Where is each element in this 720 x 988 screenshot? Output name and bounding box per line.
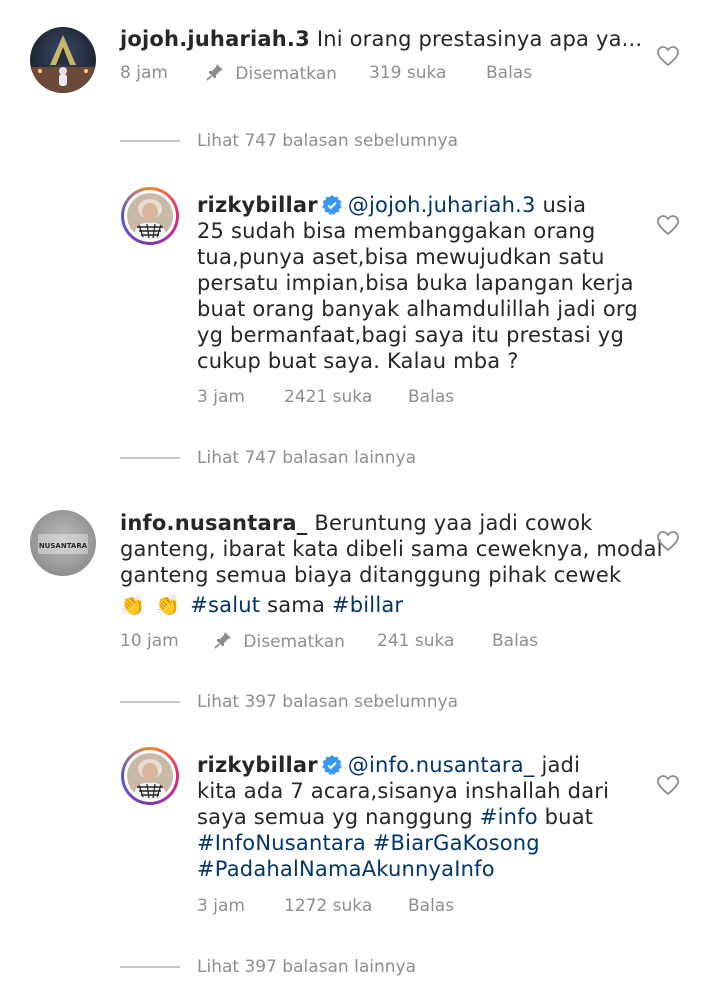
reply-text-line: kita ada 7 acara,sisanya inshallah dari [197,779,610,803]
reply-text-line: jadi [541,753,581,777]
reply-text-line: buat [544,805,594,829]
hashtag-link[interactable]: #PadahalNamaAkunnyaInfo [197,856,667,882]
pin-icon [206,64,223,81]
reply-time: 3 jam [197,896,245,916]
reply-username[interactable]: rizkybillar [197,193,318,217]
comment-username[interactable]: info.nusantara_ [120,511,307,535]
comment-text-line: Beruntung yaa jadi cowok [314,511,593,535]
avatar[interactable] [121,187,179,245]
avatar[interactable] [30,27,96,93]
pinned-label: Disematkan [235,64,337,84]
view-previous-replies[interactable]: Lihat 747 balasan sebelumnya [197,131,458,151]
pin-icon [214,632,231,649]
comment-time: 8 jam [120,63,168,83]
reply-username[interactable]: rizkybillar [197,753,318,777]
likes-count[interactable]: 1272 suka [284,896,372,916]
hashtag-link[interactable]: #billar [332,593,403,617]
comment-text-line: ganteng semua biaya ditanggung pihak cew… [120,563,622,587]
view-previous-replies[interactable]: Lihat 397 balasan sebelumnya [197,692,458,712]
avatar-logo-text: NUSANTARA [39,542,88,550]
mention-link[interactable]: @info.nusantara_ [348,753,535,777]
clap-emoji-icon: 👏 [120,593,146,617]
like-heart-icon[interactable] [656,530,680,552]
comment-text-line: ganteng, ibarat kata dibeli sama cewekny… [120,537,663,561]
comment-text: Ini orang prestasinya apa ya... [316,27,643,51]
reply-text-line: persatu impian,bisa buka lapangan kerja [197,271,634,295]
divider [120,701,180,703]
reply-button[interactable]: Balas [408,387,454,407]
view-more-replies[interactable]: Lihat 747 balasan lainnya [197,448,416,468]
like-heart-icon[interactable] [656,774,680,796]
verified-badge-icon [321,195,342,215]
divider [120,457,180,459]
reply-text-line: usia [542,193,587,217]
reply-text-line: buat orang banyak alhamdulillah jadi org [197,297,638,321]
comment-text-word: sama [267,593,326,617]
reply-button[interactable]: Balas [408,896,454,916]
comment-username[interactable]: jojoh.juhariah.3 [120,27,310,51]
verified-badge-icon [321,755,342,775]
reply-text-line: yg bermanfaat,bagi saya itu prestasi yg [197,323,624,347]
pinned-label: Disematkan [243,632,345,652]
reply-text-line: tua,punya aset,bisa mewujudkan satu [197,245,605,269]
hashtag-link[interactable]: #InfoNusantara #BiarGaKosong [197,830,667,856]
reply-text-line: 25 sudah bisa membanggakan orang [197,219,596,243]
divider [120,966,180,968]
divider [120,140,180,142]
avatar[interactable]: NUSANTARA [30,510,96,576]
reply-text-line: cukup buat saya. Kalau mba ? [197,349,519,373]
reply-button[interactable]: Balas [486,63,532,83]
clap-emoji-icon: 👏 [155,593,181,617]
comment-time: 10 jam [120,631,179,651]
reply-time: 3 jam [197,387,245,407]
hashtag-link[interactable]: #salut [190,593,260,617]
hashtag-link[interactable]: #info [480,805,538,829]
like-heart-icon[interactable] [656,214,680,236]
mention-link[interactable]: @jojoh.juhariah.3 [348,193,536,217]
avatar[interactable] [121,747,179,805]
reply-text-line: saya semua yg nanggung [197,805,473,829]
reply-button[interactable]: Balas [492,631,538,651]
view-more-replies[interactable]: Lihat 397 balasan lainnya [197,957,416,977]
likes-count[interactable]: 2421 suka [284,387,372,407]
like-heart-icon[interactable] [656,45,680,67]
likes-count[interactable]: 241 suka [377,631,454,651]
likes-count[interactable]: 319 suka [369,63,446,83]
